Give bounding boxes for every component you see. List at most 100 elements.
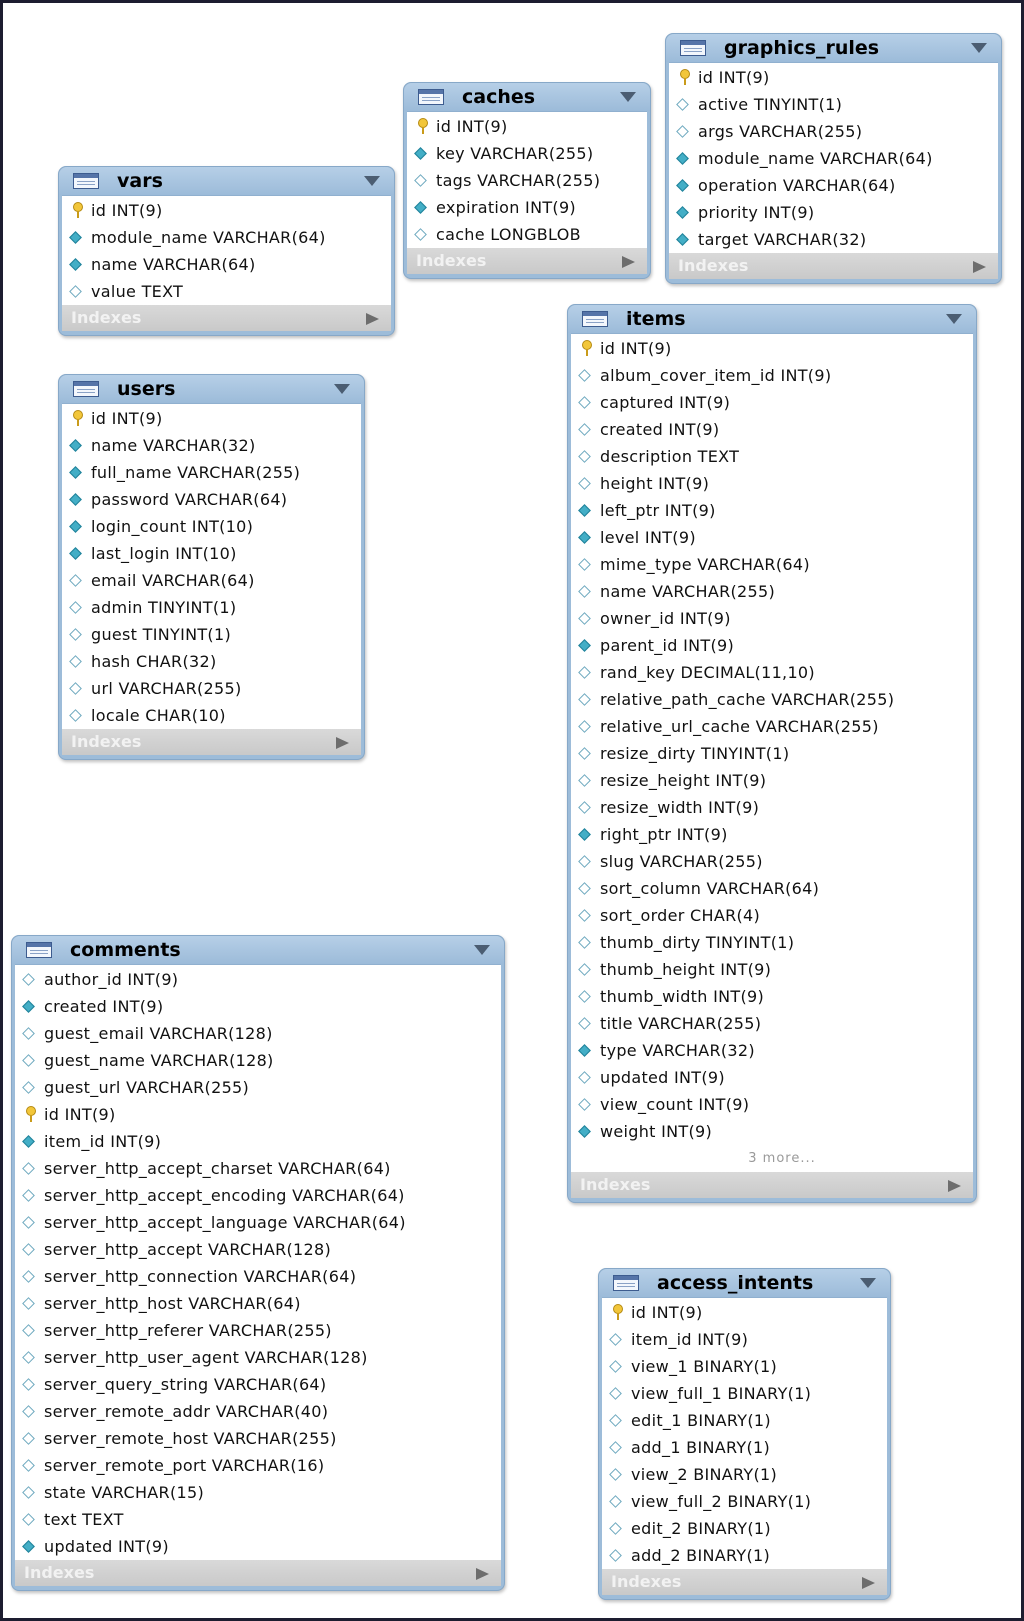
column-row[interactable]: state VARCHAR(15) [15,1479,501,1506]
column-row[interactable]: server_http_referer VARCHAR(255) [15,1317,501,1344]
column-row[interactable]: thumb_height INT(9) [571,956,973,983]
column-row[interactable]: resize_height INT(9) [571,767,973,794]
expand-arrow-icon[interactable] [973,261,986,273]
expand-arrow-icon[interactable] [366,313,379,325]
column-row[interactable]: rand_key DECIMAL(11,10) [571,659,973,686]
column-row[interactable]: item_id INT(9) [602,1326,887,1353]
column-row[interactable]: server_http_user_agent VARCHAR(128) [15,1344,501,1371]
column-row[interactable]: height INT(9) [571,470,973,497]
column-row[interactable]: module_name VARCHAR(64) [669,145,998,172]
column-row[interactable]: password VARCHAR(64) [62,486,361,513]
column-row[interactable]: priority INT(9) [669,199,998,226]
column-row[interactable]: expiration INT(9) [407,194,647,221]
column-row[interactable]: full_name VARCHAR(255) [62,459,361,486]
column-row[interactable]: server_http_accept VARCHAR(128) [15,1236,501,1263]
column-row[interactable]: cache LONGBLOB [407,221,647,248]
column-row[interactable]: type VARCHAR(32) [571,1037,973,1064]
column-row[interactable]: login_count INT(10) [62,513,361,540]
column-row[interactable]: mime_type VARCHAR(64) [571,551,973,578]
column-row[interactable]: server_http_host VARCHAR(64) [15,1290,501,1317]
column-row[interactable]: guest TINYINT(1) [62,621,361,648]
table-graphics-rules[interactable]: graphics_rules id INT(9) active TINYINT(1)… [665,33,1002,284]
column-row[interactable]: edit_2 BINARY(1) [602,1515,887,1542]
column-row[interactable]: resize_width INT(9) [571,794,973,821]
column-row[interactable]: author_id INT(9) [15,966,501,993]
column-row[interactable]: text TEXT [15,1506,501,1533]
column-row[interactable]: sort_order CHAR(4) [571,902,973,929]
expand-arrow-icon[interactable] [476,1568,489,1580]
column-row[interactable]: server_http_accept_encoding VARCHAR(64) [15,1182,501,1209]
column-row[interactable]: view_2 BINARY(1) [602,1461,887,1488]
column-row[interactable]: sort_column VARCHAR(64) [571,875,973,902]
column-row[interactable]: name VARCHAR(32) [62,432,361,459]
column-row[interactable]: tags VARCHAR(255) [407,167,647,194]
column-row[interactable]: id INT(9) [15,1101,501,1128]
column-row[interactable]: add_1 BINARY(1) [602,1434,887,1461]
column-row[interactable]: edit_1 BINARY(1) [602,1407,887,1434]
column-row[interactable]: target VARCHAR(32) [669,226,998,253]
collapse-arrow-icon[interactable] [364,176,380,186]
indexes-section[interactable]: Indexes [669,253,998,279]
column-row[interactable]: server_remote_host VARCHAR(255) [15,1425,501,1452]
indexes-section[interactable]: Indexes [602,1569,887,1595]
column-row[interactable]: view_full_1 BINARY(1) [602,1380,887,1407]
expand-arrow-icon[interactable] [948,1180,961,1192]
column-row[interactable]: id INT(9) [602,1299,887,1326]
column-row[interactable]: server_http_connection VARCHAR(64) [15,1263,501,1290]
column-row[interactable]: thumb_width INT(9) [571,983,973,1010]
column-row[interactable]: thumb_dirty TINYINT(1) [571,929,973,956]
column-row[interactable]: locale CHAR(10) [62,702,361,729]
column-row[interactable]: server_http_accept_language VARCHAR(64) [15,1209,501,1236]
column-row[interactable]: server_http_accept_charset VARCHAR(64) [15,1155,501,1182]
column-row[interactable]: captured INT(9) [571,389,973,416]
column-row[interactable]: id INT(9) [571,335,973,362]
column-row[interactable]: add_2 BINARY(1) [602,1542,887,1569]
table-caches[interactable]: caches id INT(9) key VARCHAR(255) tags VARC… [403,82,651,279]
column-row[interactable]: level INT(9) [571,524,973,551]
column-row[interactable]: operation VARCHAR(64) [669,172,998,199]
column-row[interactable]: guest_url VARCHAR(255) [15,1074,501,1101]
table-items[interactable]: items id INT(9) album_cover_item_id INT(9)… [567,304,977,1203]
collapse-arrow-icon[interactable] [620,92,636,102]
column-row[interactable]: left_ptr INT(9) [571,497,973,524]
column-row[interactable]: id INT(9) [669,64,998,91]
column-row[interactable]: resize_dirty TINYINT(1) [571,740,973,767]
column-row[interactable]: active TINYINT(1) [669,91,998,118]
column-row[interactable]: updated INT(9) [15,1533,501,1560]
column-row[interactable]: view_count INT(9) [571,1091,973,1118]
column-row[interactable]: value TEXT [62,278,391,305]
column-row[interactable]: email VARCHAR(64) [62,567,361,594]
column-row[interactable]: view_full_2 BINARY(1) [602,1488,887,1515]
column-row[interactable]: relative_path_cache VARCHAR(255) [571,686,973,713]
column-row[interactable]: url VARCHAR(255) [62,675,361,702]
column-row[interactable]: slug VARCHAR(255) [571,848,973,875]
indexes-section[interactable]: Indexes [62,729,361,755]
table-users[interactable]: users id INT(9) name VARCHAR(32) full_name … [58,374,365,760]
collapse-arrow-icon[interactable] [971,43,987,53]
column-row[interactable]: owner_id INT(9) [571,605,973,632]
column-row[interactable]: name VARCHAR(255) [571,578,973,605]
column-row[interactable]: created INT(9) [571,416,973,443]
indexes-section[interactable]: Indexes [62,305,391,331]
expand-arrow-icon[interactable] [336,737,349,749]
collapse-arrow-icon[interactable] [334,384,350,394]
table-vars[interactable]: vars id INT(9) module_name VARCHAR(64) name… [58,166,395,336]
column-row[interactable]: server_remote_addr VARCHAR(40) [15,1398,501,1425]
column-row[interactable]: server_query_string VARCHAR(64) [15,1371,501,1398]
column-row[interactable]: parent_id INT(9) [571,632,973,659]
column-row[interactable]: item_id INT(9) [15,1128,501,1155]
collapse-arrow-icon[interactable] [474,945,490,955]
column-row[interactable]: last_login INT(10) [62,540,361,567]
indexes-section[interactable]: Indexes [15,1560,501,1586]
column-row[interactable]: title VARCHAR(255) [571,1010,973,1037]
column-row[interactable]: args VARCHAR(255) [669,118,998,145]
column-row[interactable]: description TEXT [571,443,973,470]
column-row[interactable]: server_remote_port VARCHAR(16) [15,1452,501,1479]
column-row[interactable]: right_ptr INT(9) [571,821,973,848]
table-comments[interactable]: comments author_id INT(9) created INT(9) gu… [11,935,505,1591]
column-row[interactable]: module_name VARCHAR(64) [62,224,391,251]
column-row[interactable]: view_1 BINARY(1) [602,1353,887,1380]
column-row[interactable]: name VARCHAR(64) [62,251,391,278]
column-row[interactable]: key VARCHAR(255) [407,140,647,167]
column-row[interactable]: id INT(9) [407,113,647,140]
